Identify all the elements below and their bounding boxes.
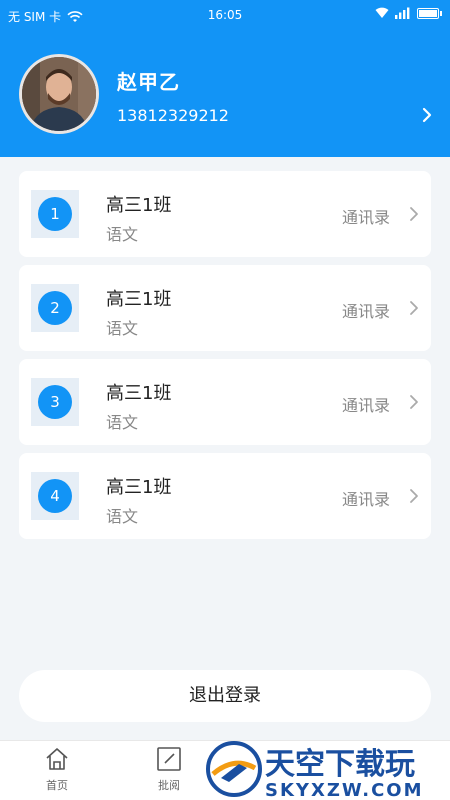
profile-header: 无 SIM 卡 16:05 赵甲乙 13812329212 xyxy=(0,0,450,157)
contacts-link[interactable]: 通讯录 xyxy=(342,298,390,322)
tab-review[interactable]: 批阅 xyxy=(141,747,197,800)
class-index-badge: 2 xyxy=(38,291,72,325)
class-name: 高三1班 xyxy=(106,289,172,310)
class-subject: 语文 xyxy=(106,413,139,432)
logout-button[interactable]: 退出登录 xyxy=(19,670,431,722)
class-name: 高三1班 xyxy=(106,383,172,404)
tab-review-label: 批阅 xyxy=(158,779,180,792)
class-card[interactable]: 3 高三1班 语文 通讯录 xyxy=(19,359,431,445)
contacts-link[interactable]: 通讯录 xyxy=(342,486,390,510)
watermark-title: 天空下载玩 xyxy=(265,747,415,782)
class-name: 高三1班 xyxy=(106,195,172,216)
tab-home-label: 首页 xyxy=(46,779,68,792)
avatar-image xyxy=(22,57,96,131)
class-index-badge: 4 xyxy=(38,479,72,513)
chevron-right-icon[interactable] xyxy=(407,206,421,222)
class-subject: 语文 xyxy=(106,225,139,244)
chevron-right-icon[interactable] xyxy=(407,488,421,504)
class-card[interactable]: 1 高三1班 语文 通讯录 xyxy=(19,171,431,257)
class-card[interactable]: 4 高三1班 语文 通讯录 xyxy=(19,453,431,539)
tab-home[interactable]: 首页 xyxy=(29,747,85,800)
user-phone: 13812329212 xyxy=(117,106,229,125)
class-subject: 语文 xyxy=(106,507,139,526)
class-card[interactable]: 2 高三1班 语文 通讯录 xyxy=(19,265,431,351)
contacts-link[interactable]: 通讯录 xyxy=(342,204,390,228)
status-bar: 无 SIM 卡 16:05 xyxy=(0,0,450,32)
class-name: 高三1班 xyxy=(106,477,172,498)
user-name: 赵甲乙 xyxy=(117,70,180,94)
chevron-right-icon[interactable] xyxy=(407,300,421,316)
chevron-right-icon[interactable] xyxy=(418,106,436,124)
avatar[interactable] xyxy=(19,54,99,134)
wifi-signal-icon xyxy=(375,7,389,18)
class-subject: 语文 xyxy=(106,319,139,338)
watermark-url: SKYXZW.COM xyxy=(265,780,424,800)
site-watermark: 天空下载玩 SKYXZW.COM xyxy=(206,741,424,800)
chevron-right-icon[interactable] xyxy=(407,394,421,410)
class-index-badge: 3 xyxy=(38,385,72,419)
class-index-badge: 1 xyxy=(38,197,72,231)
cellular-signal-icon xyxy=(395,7,410,19)
home-icon xyxy=(46,748,68,770)
contacts-link[interactable]: 通讯录 xyxy=(342,392,390,416)
battery-icon xyxy=(417,7,439,19)
edit-icon xyxy=(157,747,181,771)
